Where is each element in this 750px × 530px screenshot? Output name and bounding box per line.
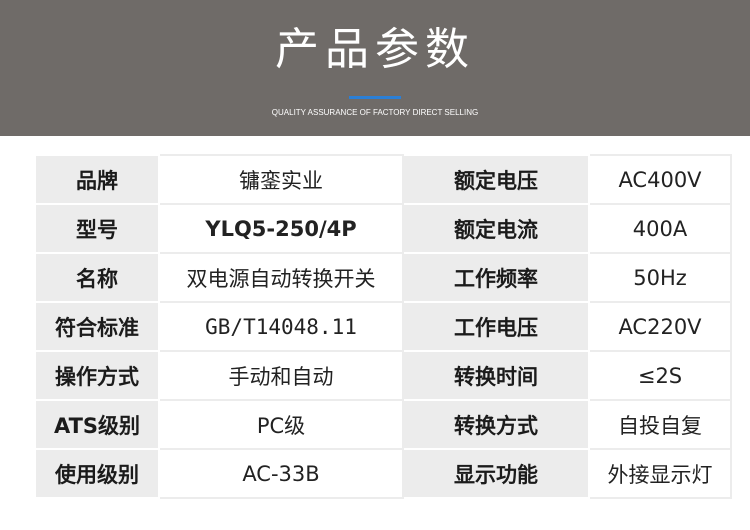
spec-label: ATS级别 [34,399,160,450]
spec-value: AC-33B [158,448,404,499]
spec-label: 额定电压 [402,154,590,205]
spec-label: 转换时间 [402,350,590,401]
spec-value: GB/T14048.11 [158,301,404,352]
page-subtitle: QUALITY ASSURANCE OF FACTORY DIRECT SELL… [271,108,479,117]
table-row: 品牌 镛銮实业 额定电压 AC400V [34,154,732,205]
spec-value: 手动和自动 [158,350,404,401]
table-row: 操作方式 手动和自动 转换时间 ≤2S [34,350,732,401]
spec-value: 50Hz [588,252,732,303]
spec-label: 显示功能 [402,448,590,499]
spec-value: YLQ5-250/4P [158,203,404,254]
spec-label: 操作方式 [34,350,160,401]
spec-value: ≤2S [588,350,732,401]
page-title: 产品参数 [275,24,475,75]
spec-label: 名称 [34,252,160,303]
spec-label: 额定电流 [402,203,590,254]
table-row: 型号 YLQ5-250/4P 额定电流 400A [34,203,732,254]
spec-label: 转换方式 [402,399,590,450]
spec-value: 400A [588,203,732,254]
spec-value: 外接显示灯 [588,448,732,499]
title-accent-rule [349,96,401,99]
spec-label: 符合标准 [34,301,160,352]
table-row: 使用级别 AC-33B 显示功能 外接显示灯 [34,448,732,499]
spec-label: 品牌 [34,154,160,205]
spec-table: 品牌 镛銮实业 额定电压 AC400V 型号 YLQ5-250/4P 额定电流 … [34,154,732,499]
spec-value: AC400V [588,154,732,205]
spec-label: 型号 [34,203,160,254]
header-banner: 产品参数 QUALITY ASSURANCE OF FACTORY DIRECT… [0,0,750,136]
spec-label: 使用级别 [34,448,160,499]
table-row: ATS级别 PC级 转换方式 自投自复 [34,399,732,450]
table-row: 名称 双电源自动转换开关 工作频率 50Hz [34,252,732,303]
spec-value: PC级 [158,399,404,450]
spec-value: 自投自复 [588,399,732,450]
table-row: 符合标准 GB/T14048.11 工作电压 AC220V [34,301,732,352]
spec-label: 工作频率 [402,252,590,303]
spec-value: AC220V [588,301,732,352]
spec-value: 镛銮实业 [158,154,404,205]
spec-value: 双电源自动转换开关 [158,252,404,303]
spec-label: 工作电压 [402,301,590,352]
